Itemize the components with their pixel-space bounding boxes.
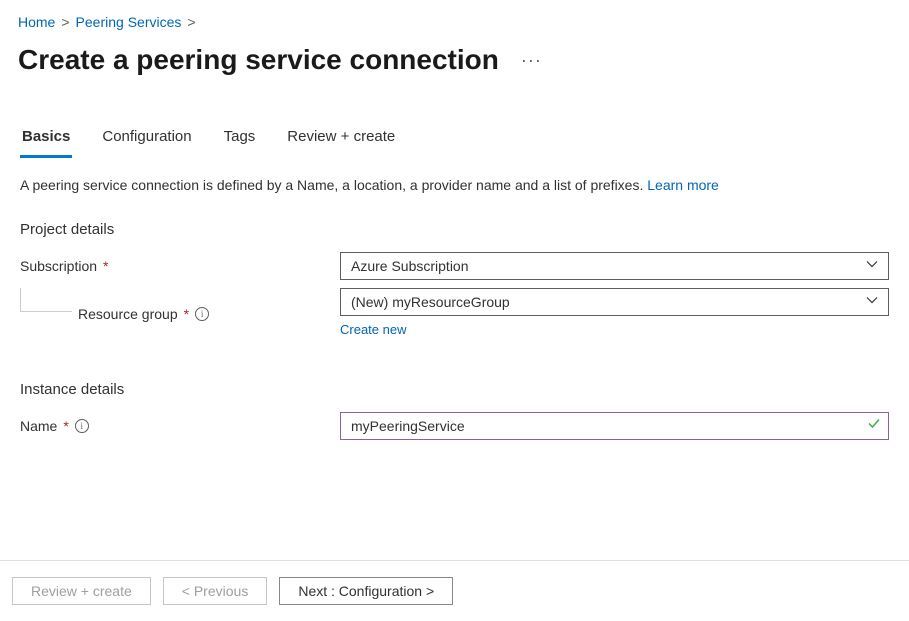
name-label-text: Name xyxy=(20,418,57,434)
row-subscription: Subscription * Azure Subscription xyxy=(0,248,909,284)
tab-review-create[interactable]: Review + create xyxy=(285,122,397,158)
page-header: Create a peering service connection ··· xyxy=(0,30,909,76)
subscription-label-text: Subscription xyxy=(20,258,97,274)
chevron-right-icon: > xyxy=(187,14,195,30)
learn-more-link[interactable]: Learn more xyxy=(647,177,719,193)
next-button[interactable]: Next : Configuration > xyxy=(279,577,453,605)
create-new-resource-group-link[interactable]: Create new xyxy=(340,322,406,337)
subscription-select-value: Azure Subscription xyxy=(351,258,469,274)
chevron-right-icon: > xyxy=(61,14,69,30)
footer: Review + create < Previous Next : Config… xyxy=(0,560,909,621)
more-actions-button[interactable]: ··· xyxy=(515,46,548,75)
description-text: A peering service connection is defined … xyxy=(20,177,647,193)
row-resource-group: Resource group * i (New) myResourceGroup… xyxy=(0,284,909,341)
section-instance-details: Instance details xyxy=(20,381,909,398)
description: A peering service connection is defined … xyxy=(0,159,909,193)
required-asterisk: * xyxy=(103,258,108,274)
section-project-details: Project details xyxy=(20,221,909,238)
resource-group-label-text: Resource group xyxy=(78,306,178,322)
page-title: Create a peering service connection xyxy=(18,44,499,76)
name-label: Name * i xyxy=(20,418,340,434)
tree-indent-icon xyxy=(20,288,72,312)
breadcrumb-peering-services[interactable]: Peering Services xyxy=(76,14,182,30)
tabs: Basics Configuration Tags Review + creat… xyxy=(0,122,909,159)
required-asterisk: * xyxy=(184,306,189,322)
previous-button[interactable]: < Previous xyxy=(163,577,268,605)
subscription-select[interactable]: Azure Subscription xyxy=(340,252,889,280)
resource-group-label: Resource group * i xyxy=(20,288,340,318)
info-icon[interactable]: i xyxy=(75,419,89,433)
tab-basics[interactable]: Basics xyxy=(20,122,72,158)
name-input[interactable] xyxy=(340,412,889,440)
row-name: Name * i xyxy=(0,408,909,444)
review-create-button[interactable]: Review + create xyxy=(12,577,151,605)
subscription-label: Subscription * xyxy=(20,258,340,274)
tab-configuration[interactable]: Configuration xyxy=(100,122,193,158)
checkmark-icon xyxy=(867,417,881,436)
resource-group-select[interactable]: (New) myResourceGroup xyxy=(340,288,889,316)
required-asterisk: * xyxy=(63,418,68,434)
chevron-down-icon xyxy=(866,257,878,275)
breadcrumb: Home > Peering Services > xyxy=(0,0,909,30)
breadcrumb-home[interactable]: Home xyxy=(18,14,55,30)
tab-tags[interactable]: Tags xyxy=(222,122,258,158)
chevron-down-icon xyxy=(866,293,878,311)
info-icon[interactable]: i xyxy=(195,307,209,321)
resource-group-select-value: (New) myResourceGroup xyxy=(351,294,510,310)
